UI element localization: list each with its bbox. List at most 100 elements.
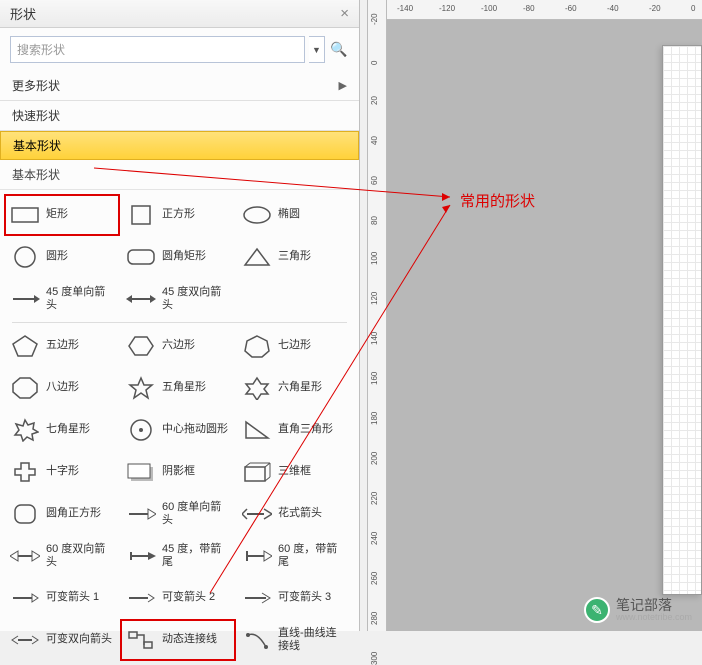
box3d-icon (242, 460, 272, 484)
section-basic-shapes[interactable]: 基本形状 (0, 131, 359, 160)
page (662, 45, 702, 595)
shape-label: 60 度，带箭尾 (278, 543, 346, 569)
search-dropdown[interactable]: ▼ (309, 36, 325, 63)
shape-arrow45[interactable]: 45 度单向箭头 (4, 278, 120, 320)
lineconn-icon (242, 628, 272, 652)
shape-cross[interactable]: 十字形 (4, 451, 120, 493)
shape-vararr2[interactable]: 可变箭头 2 (120, 577, 236, 619)
shape-arrow60d[interactable]: 60 度双向箭头 (4, 535, 120, 577)
ruler-horizontal: -140-120-100-80-60-40-200 (387, 0, 702, 20)
octagon-icon (10, 376, 40, 400)
shape-label: 可变箭头 2 (162, 591, 215, 604)
dragcircle-icon (126, 418, 156, 442)
close-icon[interactable]: × (340, 5, 349, 22)
shape-hexagon[interactable]: 六边形 (120, 325, 236, 367)
shape-lineconn[interactable]: 直线-曲线连接线 (236, 619, 352, 661)
ellipse-icon (242, 203, 272, 227)
vararr3-icon (242, 586, 272, 610)
shape-label: 六角星形 (278, 381, 322, 394)
hexagon-icon (126, 334, 156, 358)
shape-label: 45 度单向箭头 (46, 286, 114, 312)
shape-star6[interactable]: 六角星形 (236, 367, 352, 409)
pentagon-icon (10, 334, 40, 358)
arrow45-icon (10, 287, 40, 311)
arrow45d-icon (126, 287, 156, 311)
shape-label: 60 度双向箭头 (46, 543, 114, 569)
shape-rect[interactable]: 矩形 (4, 194, 120, 236)
shape-label: 七边形 (278, 339, 311, 352)
shape-label: 60 度单向箭头 (162, 501, 230, 527)
shape-label: 五边形 (46, 339, 79, 352)
shape-fancyarrow[interactable]: 花式箭头 (236, 493, 352, 535)
rtri-icon (242, 418, 272, 442)
shape-label: 矩形 (46, 208, 68, 221)
shape-label: 圆角正方形 (46, 507, 101, 520)
shape-octagon[interactable]: 八边形 (4, 367, 120, 409)
search-input[interactable]: 搜索形状 (10, 36, 305, 63)
shape-star7[interactable]: 七角星形 (4, 409, 120, 451)
shape-label: 直角三角形 (278, 423, 333, 436)
vararr1-icon (10, 586, 40, 610)
shape-arrow45d[interactable]: 45 度双向箭头 (120, 278, 236, 320)
rect-icon (10, 203, 40, 227)
panel-header: 形状 × (0, 0, 359, 28)
heptagon-icon (242, 334, 272, 358)
shape-star5[interactable]: 五角星形 (120, 367, 236, 409)
section-quick-shapes[interactable]: 快速形状 (0, 101, 359, 131)
pencil-icon: ✎ (584, 597, 610, 623)
shape-label: 45 度，带箭尾 (162, 543, 230, 569)
star6-icon (242, 376, 272, 400)
shape-label: 八边形 (46, 381, 79, 394)
shape-dynconn[interactable]: 动态连接线 (120, 619, 236, 661)
shape-dragcircle[interactable]: 中心拖动圆形 (120, 409, 236, 451)
shape-arrow60t[interactable]: 60 度，带箭尾 (236, 535, 352, 577)
circle-icon (10, 245, 40, 269)
search-icon[interactable]: 🔍 (329, 36, 349, 63)
shape-label: 阴影框 (162, 465, 195, 478)
ruler-vertical: -200204060801001201401601802002202402602… (367, 0, 387, 631)
star7-icon (10, 418, 40, 442)
section-more-shapes[interactable]: 更多形状 ▶ (0, 71, 359, 101)
vararr2-icon (126, 586, 156, 610)
square-icon (126, 203, 156, 227)
shape-square[interactable]: 正方形 (120, 194, 236, 236)
dynconn-icon (126, 628, 156, 652)
shape-rtri[interactable]: 直角三角形 (236, 409, 352, 451)
shape-label: 五角星形 (162, 381, 206, 394)
shape-label: 七角星形 (46, 423, 90, 436)
fancyarrow-icon (242, 502, 272, 526)
shape-vararr1[interactable]: 可变箭头 1 (4, 577, 120, 619)
arrow60-icon (126, 502, 156, 526)
shape-pentagon[interactable]: 五边形 (4, 325, 120, 367)
shapes-grid: 矩形 正方形椭圆圆形 圆角矩形 三角形 45 度单向箭头 45 度双向箭头五边形 六边形 七边… (0, 190, 359, 665)
shape-shadowbox[interactable]: 阴影框 (120, 451, 236, 493)
shape-label: 中心拖动圆形 (162, 423, 228, 436)
shadowbox-icon (126, 460, 156, 484)
arrow60t-icon (242, 544, 272, 568)
vararrd-icon (10, 628, 40, 652)
arrow45t-icon (126, 544, 156, 568)
panel-title: 形状 (10, 4, 36, 23)
shape-triangle[interactable]: 三角形 (236, 236, 352, 278)
shape-heptagon[interactable]: 七边形 (236, 325, 352, 367)
shape-box3d[interactable]: 三维框 (236, 451, 352, 493)
star5-icon (126, 376, 156, 400)
shape-label: 可变箭头 1 (46, 591, 99, 604)
triangle-icon (242, 245, 272, 269)
shape-arrow45t[interactable]: 45 度，带箭尾 (120, 535, 236, 577)
shape-label: 圆形 (46, 250, 68, 263)
shape-label: 三角形 (278, 250, 311, 263)
shape-label: 花式箭头 (278, 507, 322, 520)
shape-roundsq[interactable]: 圆角正方形 (4, 493, 120, 535)
shape-roundrect[interactable]: 圆角矩形 (120, 236, 236, 278)
shape-circle[interactable]: 圆形 (4, 236, 120, 278)
roundsq-icon (10, 502, 40, 526)
shape-vararr3[interactable]: 可变箭头 3 (236, 577, 352, 619)
canvas-area[interactable] (387, 20, 702, 631)
shape-arrow60[interactable]: 60 度单向箭头 (120, 493, 236, 535)
roundrect-icon (126, 245, 156, 269)
shape-vararrd[interactable]: 可变双向箭头 (4, 619, 120, 661)
shape-label: 45 度双向箭头 (162, 286, 230, 312)
shape-label: 十字形 (46, 465, 79, 478)
shape-ellipse[interactable]: 椭圆 (236, 194, 352, 236)
